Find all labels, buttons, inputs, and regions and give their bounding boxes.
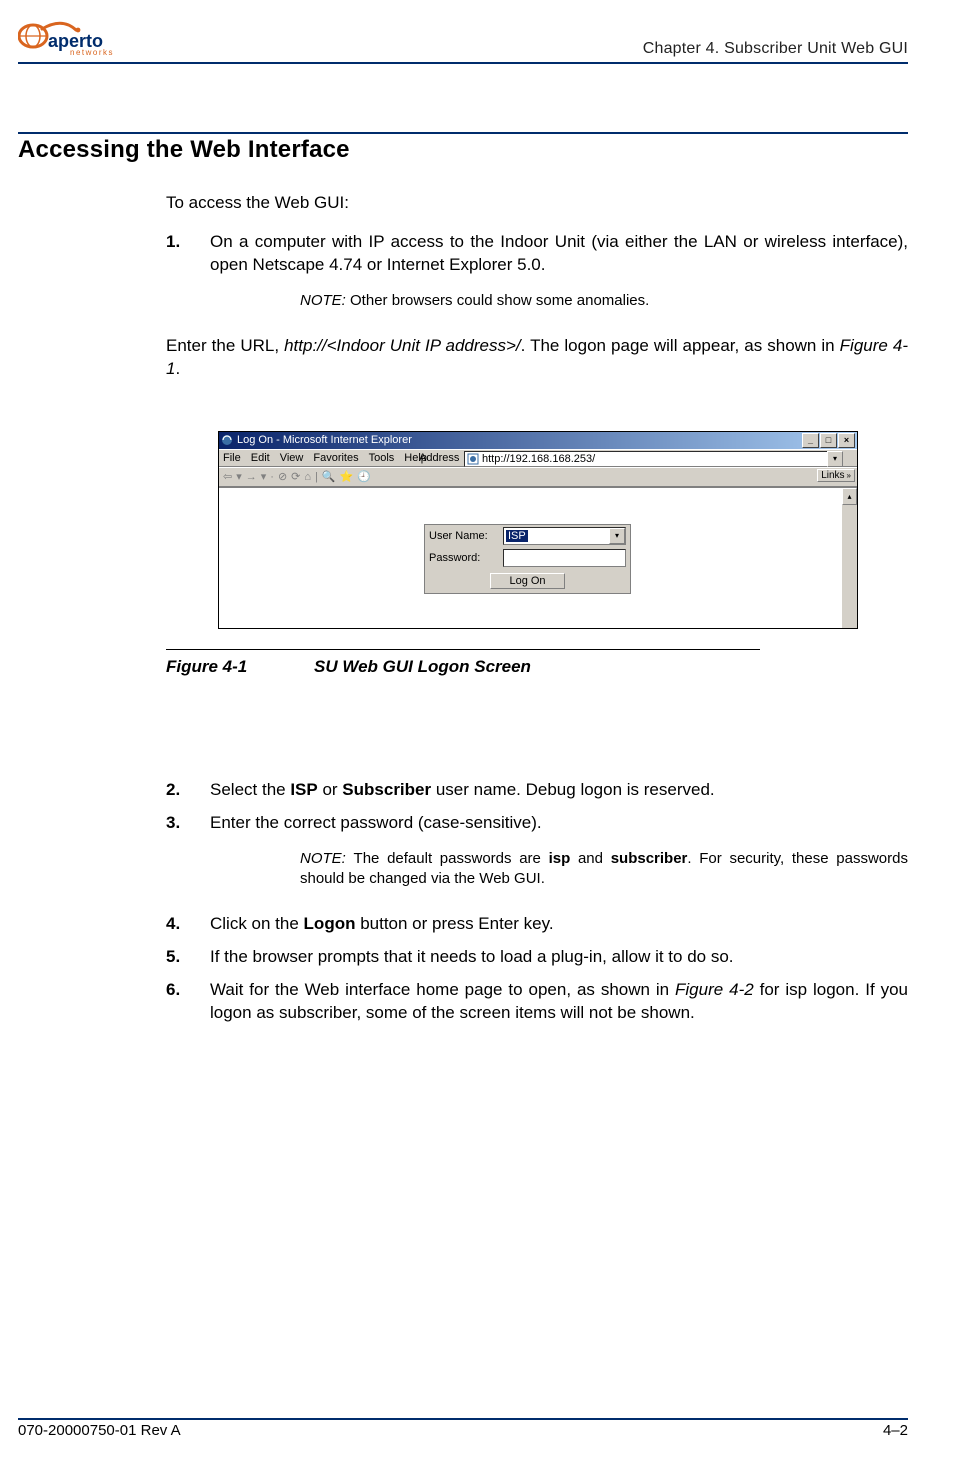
step-text: Select the ISP or Subscriber user name. … [210, 779, 908, 802]
window-minimize-button[interactable]: _ [802, 433, 819, 448]
address-bar[interactable]: http://192.168.168.253/ [464, 451, 830, 467]
ie-icon [221, 434, 233, 446]
window-close-button[interactable]: × [838, 433, 855, 448]
address-dropdown-button[interactable]: ▾ [827, 451, 843, 467]
menu-favorites[interactable]: Favorites [313, 452, 358, 464]
note-label: NOTE: [300, 292, 350, 309]
step-number: 1. [166, 231, 210, 277]
section-title: Accessing the Web Interface [18, 132, 908, 164]
step-6: 6. Wait for the Web interface home page … [166, 979, 908, 1025]
step-2: 2. Select the ISP or Subscriber user nam… [166, 779, 908, 802]
step-text: Wait for the Web interface home page to … [210, 979, 908, 1025]
username-value: ISP [506, 530, 528, 542]
browser-title-text: Log On - Microsoft Internet Explorer [237, 434, 412, 446]
note-2: NOTE: The default passwords are isp and … [300, 849, 908, 890]
figure-caption: Figure 4-1SU Web GUI Logon Screen [166, 652, 908, 679]
browser-titlebar: Log On - Microsoft Internet Explorer _ □… [219, 432, 857, 449]
home-button-icon[interactable]: ⌂ [304, 471, 311, 483]
stop-button-icon[interactable]: ⊘ [278, 470, 287, 483]
logo: aperto networks [18, 20, 116, 58]
username-select[interactable]: ISP ▾ [503, 527, 626, 545]
menu-tools[interactable]: Tools [369, 452, 395, 464]
step-number: 5. [166, 946, 210, 969]
menu-view[interactable]: View [280, 452, 304, 464]
favorites-button-icon[interactable]: ⭐ [340, 470, 354, 483]
step-3: 3. Enter the correct password (case-sens… [166, 812, 908, 835]
scroll-up-icon[interactable]: ▴ [842, 488, 857, 505]
note-label: NOTE: [300, 850, 354, 867]
address-label: Address [419, 452, 459, 464]
window-maximize-button[interactable]: □ [820, 433, 837, 448]
svg-text:networks: networks [70, 48, 114, 57]
step-number: 3. [166, 812, 210, 835]
step-text: Enter the correct password (case-sensiti… [210, 812, 908, 835]
step-1: 1. On a computer with IP access to the I… [166, 231, 908, 277]
step-text: On a computer with IP access to the Indo… [210, 231, 908, 277]
chapter-reference: Chapter 4. Subscriber Unit Web GUI [643, 40, 908, 58]
password-label: Password: [429, 552, 499, 564]
step-number: 6. [166, 979, 210, 1025]
browser-toolbar: ⇦ ▾ → ▾ · ⊘ ⟳ ⌂ | 🔍 ⭐ 🕘 Links» [219, 467, 857, 487]
note-1: NOTE: Other browsers could show some ano… [300, 291, 908, 311]
page-icon [467, 453, 479, 465]
page-header: aperto networks Chapter 4. Subscriber Un… [18, 20, 908, 64]
search-button-icon[interactable]: 🔍 [322, 470, 336, 483]
login-box: User Name: ISP ▾ Password: Log On [424, 524, 631, 594]
figure-4-1: Log On - Microsoft Internet Explorer _ □… [218, 431, 908, 629]
refresh-button-icon[interactable]: ⟳ [291, 470, 300, 483]
footer-pagenum: 4–2 [883, 1422, 908, 1439]
page-footer: 070-20000750-01 Rev A 4–2 [18, 1418, 908, 1439]
step-number: 4. [166, 913, 210, 936]
username-label: User Name: [429, 530, 499, 542]
step-4: 4. Click on the Logon button or press En… [166, 913, 908, 936]
chevron-down-icon[interactable]: ▾ [609, 528, 625, 544]
step-text: If the browser prompts that it needs to … [210, 946, 908, 969]
aperto-logo-icon: aperto networks [18, 20, 116, 58]
password-input[interactable] [503, 549, 626, 567]
step-number: 2. [166, 779, 210, 802]
menu-edit[interactable]: Edit [251, 452, 270, 464]
history-button-icon[interactable]: 🕘 [357, 470, 371, 483]
footer-docid: 070-20000750-01 Rev A [18, 1422, 181, 1439]
address-value: http://192.168.168.253/ [482, 453, 595, 465]
browser-content: User Name: ISP ▾ Password: Log On [219, 487, 857, 628]
intro-text: To access the Web GUI: [166, 192, 908, 215]
note-text: Other browsers could show some anomalies… [350, 292, 649, 309]
figure-rule [166, 649, 760, 650]
browser-window: Log On - Microsoft Internet Explorer _ □… [218, 431, 858, 629]
browser-menubar: File Edit View Favorites Tools Help Addr… [219, 449, 857, 467]
links-button[interactable]: Links» [817, 469, 855, 482]
back-button-icon[interactable]: ⇦ [223, 470, 232, 483]
menu-file[interactable]: File [223, 452, 241, 464]
scrollbar[interactable]: ▴ [842, 488, 857, 628]
enter-url-paragraph: Enter the URL, http://<Indoor Unit IP ad… [166, 335, 908, 381]
logon-button[interactable]: Log On [490, 573, 564, 589]
step-5: 5. If the browser prompts that it needs … [166, 946, 908, 969]
step-text: Click on the Logon button or press Enter… [210, 913, 908, 936]
forward-button-icon[interactable]: → [246, 471, 257, 483]
